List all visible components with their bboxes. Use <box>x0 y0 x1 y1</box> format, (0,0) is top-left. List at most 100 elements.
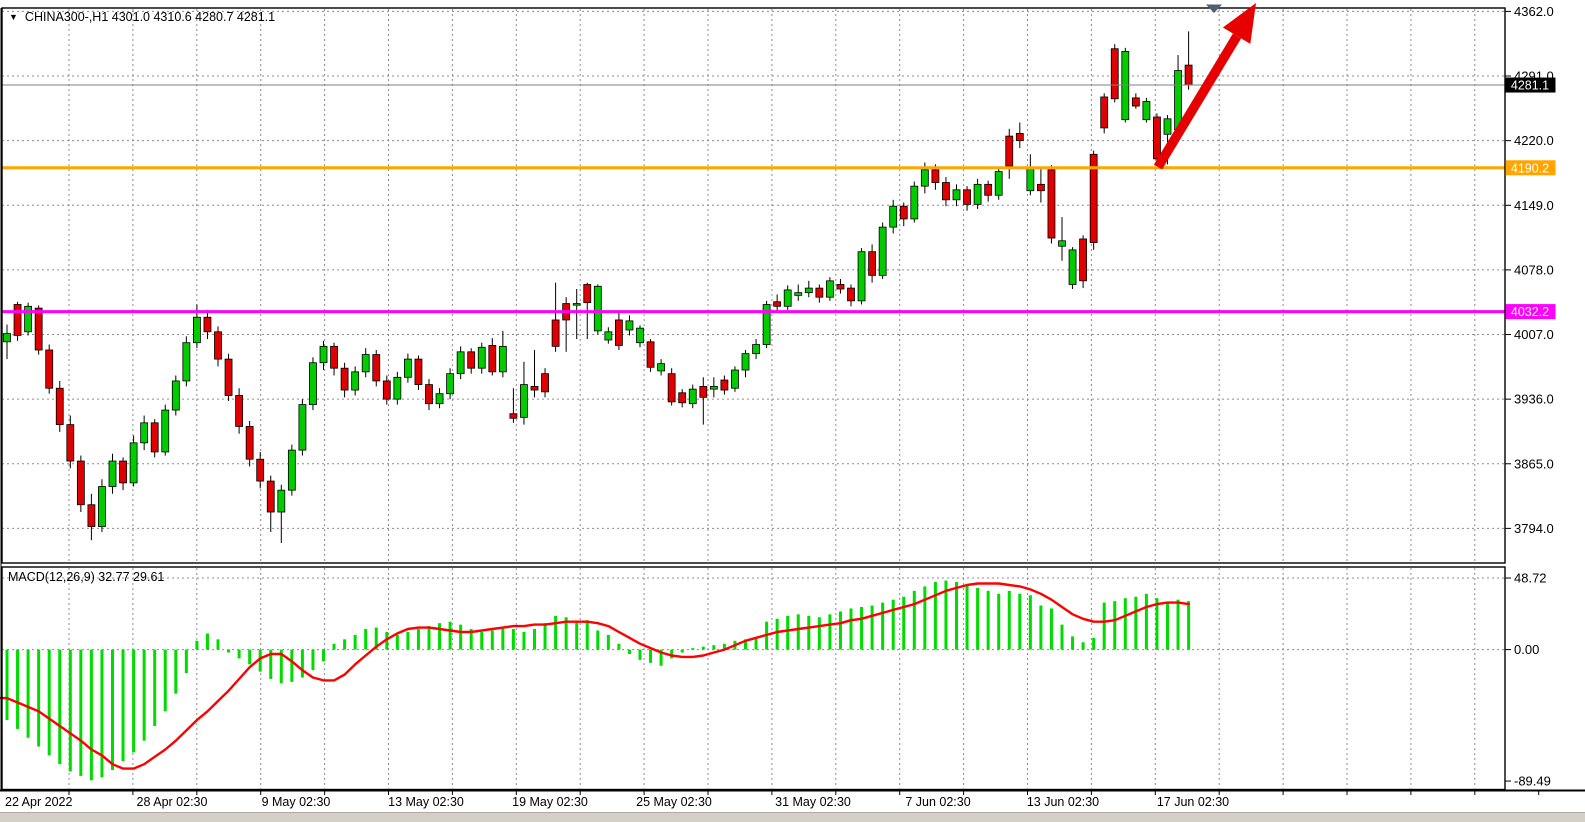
macd-histogram-bar <box>839 611 842 649</box>
candle-body <box>900 206 907 219</box>
candle-body <box>774 302 781 307</box>
candle-body <box>1185 65 1192 85</box>
price-axis[interactable] <box>1506 8 1585 790</box>
candle-body <box>394 377 401 399</box>
macd-histogram-bar <box>522 632 525 650</box>
macd-histogram-bar <box>343 639 346 649</box>
candle-body <box>879 227 886 275</box>
candle-body <box>1143 102 1150 120</box>
macd-histogram-bar <box>1071 636 1074 649</box>
candle-body <box>352 372 359 390</box>
macd-histogram-bar <box>100 650 103 778</box>
candle-body <box>795 293 802 296</box>
macd-histogram-bar <box>955 582 958 650</box>
macd-histogram-bar <box>248 650 251 665</box>
macd-histogram-bar <box>1103 603 1106 650</box>
candle-body <box>1111 49 1118 99</box>
macd-histogram-bar <box>987 591 990 650</box>
macd-histogram-bar <box>860 607 863 650</box>
macd-histogram-bar <box>544 623 547 649</box>
candle-body <box>510 414 517 419</box>
macd-histogram-bar <box>913 591 916 650</box>
macd-histogram-bar <box>396 635 399 650</box>
chart-canvas[interactable]: 4362.04291.04220.04149.04078.04007.03936… <box>0 0 1585 822</box>
macd-histogram-bar <box>195 641 198 650</box>
macd-histogram-bar <box>628 650 631 654</box>
macd-histogram-bar <box>227 650 230 653</box>
symbol-dropdown-icon[interactable]: ▼ <box>9 12 18 22</box>
candle-body <box>964 190 971 205</box>
macd-histogram-bar <box>132 650 135 753</box>
candle-body <box>637 328 644 343</box>
candle-body <box>35 308 42 350</box>
macd-histogram-bar <box>1177 600 1180 650</box>
macd-histogram-bar <box>934 582 937 650</box>
candle-body <box>1101 97 1108 128</box>
candle-body <box>309 363 316 405</box>
candle-body <box>1037 184 1044 190</box>
macd-histogram-bar <box>1187 601 1190 649</box>
macd-histogram-bar <box>575 622 578 650</box>
candle-body <box>257 459 264 481</box>
macd-histogram-bar <box>1145 594 1148 650</box>
macd-histogram-bar <box>755 638 758 650</box>
macd-histogram-bar <box>1166 603 1169 650</box>
main-panel-border <box>2 8 1505 563</box>
macd-histogram-bar <box>153 650 156 726</box>
macd-histogram-bar <box>333 644 336 650</box>
macd-histogram-bar <box>217 639 220 649</box>
candle-body <box>869 252 876 276</box>
candle-body <box>932 170 939 183</box>
candle-body <box>193 317 200 342</box>
candle-body <box>531 386 538 390</box>
macd-histogram-bar <box>596 631 599 650</box>
macd-histogram-bar <box>923 586 926 649</box>
candle-body <box>1122 51 1129 119</box>
candle-body <box>162 410 169 452</box>
candle-body <box>383 381 390 399</box>
trading-chart-window: 4362.04291.04220.04149.04078.04007.03936… <box>0 0 1585 822</box>
macd-histogram-bar <box>712 645 715 649</box>
candle-body <box>4 334 11 342</box>
chart-svg: 4362.04291.04220.04149.04078.04007.03936… <box>0 0 1585 822</box>
candle-body <box>468 352 475 368</box>
macd-indicator-label: MACD(12,26,9) 32.77 29.61 <box>8 570 164 584</box>
macd-histogram-bar <box>143 650 146 741</box>
macd-histogram-bar <box>702 647 705 650</box>
macd-histogram-bar <box>364 629 367 650</box>
macd-histogram-bar <box>776 619 779 650</box>
macd-histogram-bar <box>850 608 853 649</box>
gridlines <box>2 9 1505 789</box>
candle-body <box>942 183 949 200</box>
candle-body <box>542 374 549 392</box>
macd-histogram-bar <box>438 623 441 649</box>
candle-body <box>710 386 717 389</box>
candle-body <box>436 394 443 404</box>
macd-histogram-bar <box>807 616 810 650</box>
candle-body <box>1069 250 1076 285</box>
candle-body <box>415 359 422 384</box>
trend-arrow-shaft[interactable] <box>1158 36 1237 167</box>
macd-histogram-bar <box>354 635 357 650</box>
candle-body <box>130 443 137 483</box>
chart-title: ▼CHINA300-,H1 4301.0 4310.6 4280.7 4281.… <box>9 10 275 24</box>
time-axis[interactable] <box>0 791 1505 812</box>
candle-body <box>183 343 190 381</box>
macd-histogram-bar <box>881 603 884 650</box>
macd-histogram-bar <box>1029 595 1032 649</box>
macd-histogram-bar <box>586 620 589 649</box>
macd-histogram-bar <box>428 626 431 650</box>
candle-body <box>246 426 253 459</box>
candle-body <box>953 190 960 200</box>
candle-body <box>88 505 95 527</box>
candle-body <box>731 370 738 388</box>
candle-body <box>837 284 844 289</box>
macd-histogram-bar <box>691 648 694 649</box>
macd-histogram-bar <box>1050 608 1053 649</box>
candle-body <box>615 320 622 345</box>
macd-histogram-bar <box>1134 597 1137 650</box>
candle-body <box>742 354 749 370</box>
macd-histogram-bar <box>122 650 125 762</box>
macd-histogram-bar <box>6 650 9 721</box>
horizontal-level-lines[interactable] <box>2 85 1505 312</box>
